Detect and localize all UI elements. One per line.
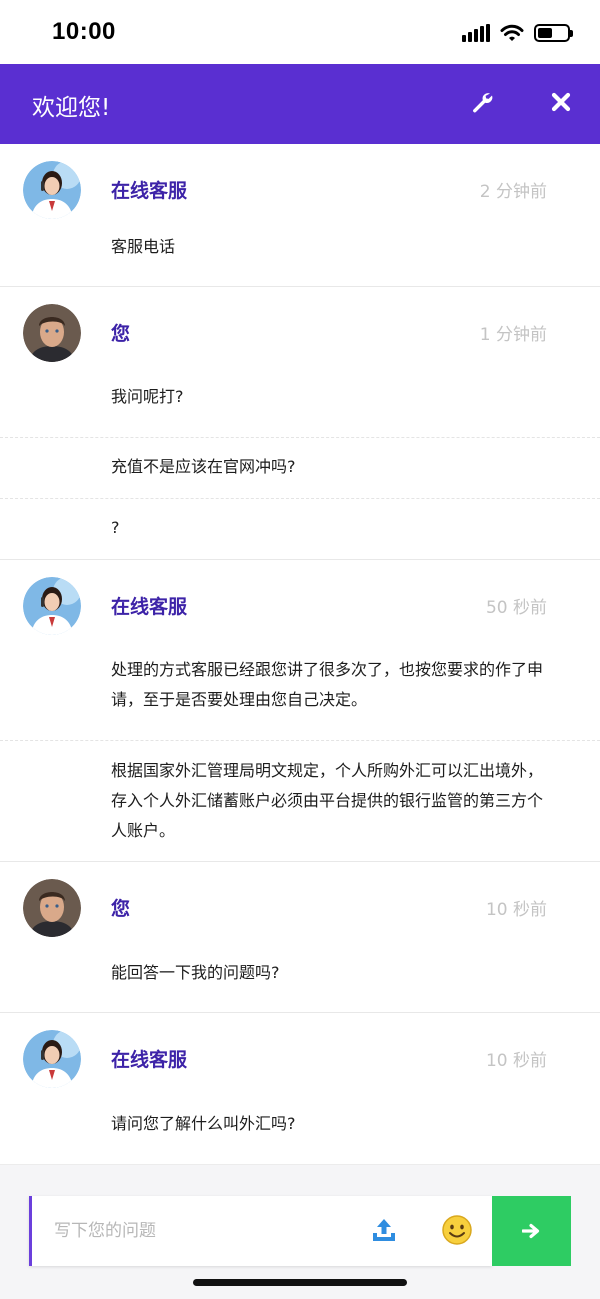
status-bar: 10:00	[0, 0, 600, 64]
message-divider	[0, 498, 600, 499]
home-indicator[interactable]	[193, 1279, 407, 1286]
message-text: 充值不是应该在官网冲吗?	[111, 457, 296, 476]
message-text: 客服电话	[111, 237, 176, 256]
sender-name: 您	[111, 898, 131, 920]
message-text: 请问您了解什么叫外汇吗?	[111, 1114, 296, 1133]
header-title: 欢迎您!	[32, 95, 111, 121]
message-group: 在线客服 2 分钟前 客服电话	[0, 144, 600, 287]
message-group: 在线客服 10 秒前 请问您了解什么叫外汇吗?	[0, 1013, 600, 1164]
status-time: 10:00	[52, 18, 116, 45]
message-time: 1 分钟前	[479, 325, 547, 345]
agent-avatar	[23, 1030, 81, 1088]
status-icons	[462, 20, 573, 46]
sender-name: 在线客服	[111, 596, 188, 618]
agent-avatar	[23, 161, 81, 219]
message-group: 在线客服 50 秒前 处理的方式客服已经跟您讲了很多次了，也按您要求的作了申请，…	[0, 560, 600, 862]
message-time: 10 秒前	[485, 900, 547, 920]
message-text: 能回答一下我的问题吗?	[111, 963, 280, 982]
message-divider	[0, 437, 600, 438]
user-avatar	[23, 879, 81, 937]
sender-name: 您	[111, 323, 131, 345]
emoji-icon[interactable]	[441, 1214, 473, 1246]
chat-header: 欢迎您!	[0, 64, 600, 144]
message-divider	[0, 740, 600, 741]
message-time: 2 分钟前	[479, 182, 547, 202]
battery-icon	[534, 24, 573, 42]
user-avatar	[23, 304, 81, 362]
input-box	[29, 1196, 492, 1266]
sender-name: 在线客服	[111, 1049, 188, 1071]
cellular-signal-icon	[462, 24, 490, 42]
close-icon[interactable]	[549, 90, 573, 114]
upload-icon[interactable]	[370, 1216, 398, 1244]
send-button[interactable]	[492, 1196, 571, 1266]
message-text: ?	[111, 518, 120, 537]
wrench-icon[interactable]	[470, 90, 494, 114]
message-text: 处理的方式客服已经跟您讲了很多次了，也按您要求的作了申请，至于是否要处理由您自己…	[111, 660, 544, 709]
sender-name: 在线客服	[111, 180, 188, 202]
message-text: 根据国家外汇管理局明文规定，个人所购外汇可以汇出境外，存入个人外汇储蓄账户必须由…	[111, 761, 544, 840]
arrow-right-icon	[521, 1223, 539, 1239]
agent-avatar	[23, 577, 81, 635]
message-text: 我问呢打?	[111, 387, 184, 406]
message-time: 50 秒前	[485, 598, 547, 618]
message-input[interactable]	[54, 1218, 344, 1244]
message-group: 您 10 秒前 能回答一下我的问题吗?	[0, 862, 600, 1013]
chat-message-list[interactable]: 在线客服 2 分钟前 客服电话 您 1 分钟前 我问呢打? 充值不是应该在官网冲…	[0, 144, 600, 1164]
message-group: 您 1 分钟前 我问呢打? 充值不是应该在官网冲吗? ?	[0, 287, 600, 560]
message-time: 10 秒前	[485, 1051, 547, 1071]
wifi-icon	[500, 24, 524, 41]
